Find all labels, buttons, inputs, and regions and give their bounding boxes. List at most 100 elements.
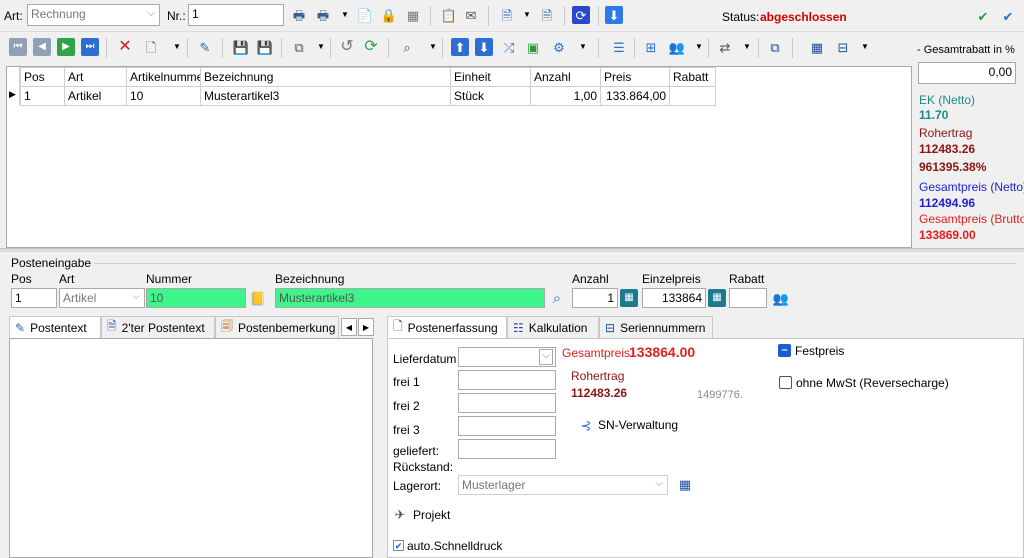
column-header[interactable]: Bezeichnung [200, 67, 451, 87]
gesamtrabatt-input[interactable]: 0,00 [918, 62, 1016, 84]
download-icon[interactable]: ⬇ [605, 6, 623, 24]
schnelldruck-checkbox[interactable]: ✔ [393, 540, 404, 551]
binoculars-icon[interactable]: ⌕ [398, 38, 416, 56]
undo-icon[interactable]: ↺ [338, 38, 356, 56]
tab-2ter-postentext[interactable]: 🗎 2'ter Postentext [101, 316, 215, 338]
tab-seriennummern[interactable]: ⊟ Seriennummern [599, 316, 713, 338]
ohne-mwst-checkbox[interactable] [779, 376, 792, 389]
settings-dropdown-icon[interactable]: ▼ [574, 38, 592, 56]
column-header[interactable]: Art [64, 67, 127, 87]
move-down-icon[interactable]: ⬇ [475, 38, 493, 56]
rabatt-input[interactable] [729, 288, 767, 308]
email-icon[interactable]: ✉ [462, 6, 480, 24]
postentext-editor[interactable] [9, 338, 373, 558]
bezeichnung-input[interactable]: Musterartikel3 [275, 288, 545, 308]
sync-icon[interactable]: ⟳ [572, 6, 590, 24]
positions-table[interactable]: Pos Art Artikelnummer Bezeichnung Einhei… [20, 67, 716, 106]
print-dropdown-icon[interactable]: ▼ [336, 6, 354, 24]
first-record-icon[interactable]: ⏮ [9, 38, 27, 56]
project-icon[interactable]: ✈ [391, 505, 409, 523]
list-icon[interactable]: ☰ [610, 38, 628, 56]
splitter[interactable] [0, 248, 1024, 252]
table-cell[interactable]: Stück [450, 86, 531, 106]
structure-icon[interactable]: ⊞ [642, 38, 660, 56]
layout-dropdown-icon[interactable]: ▼ [856, 38, 874, 56]
frei2-input[interactable] [458, 393, 556, 413]
table-cell[interactable]: Artikel [64, 86, 127, 106]
pdf-lock-icon[interactable]: 🔒 [380, 6, 398, 24]
copy-icon[interactable]: ⧉ [290, 38, 308, 56]
edit-document-icon[interactable]: ✎ [196, 38, 214, 56]
column-header[interactable]: Preis [600, 67, 670, 87]
copy-dropdown-icon[interactable]: ▼ [312, 38, 330, 56]
move-up-icon[interactable]: ⬆ [451, 38, 469, 56]
table-cell[interactable] [669, 86, 716, 106]
recalculate-icon[interactable]: ▣ [524, 38, 542, 56]
tab-postenerfassung[interactable]: 🗋 Postenerfassung [387, 316, 507, 338]
print-icon[interactable]: 🖶 [290, 6, 308, 24]
table-cell[interactable]: 133.864,00 [600, 86, 670, 106]
warehouse-table-icon[interactable]: ▦ [676, 475, 694, 493]
new-document-icon[interactable]: 🗋 [142, 38, 160, 56]
print-preview-icon[interactable]: 🖶 [314, 6, 332, 24]
column-header[interactable]: Artikelnummer [126, 67, 201, 87]
sn-verwaltung-link[interactable]: SN-Verwaltung [598, 418, 678, 432]
frei1-input[interactable] [458, 370, 556, 390]
document-print-icon[interactable]: 📋 [440, 6, 458, 24]
frei3-input[interactable] [458, 416, 556, 436]
table-cell[interactable]: 10 [126, 86, 201, 106]
archive-icon[interactable]: ▦ [404, 6, 422, 24]
festpreis-checkbox[interactable]: – [778, 344, 791, 357]
table-cell[interactable]: Musterartikel3 [200, 86, 451, 106]
check-icon[interactable]: ✔ [974, 7, 992, 25]
tab-postentext[interactable]: ✎ Postentext [9, 316, 101, 338]
delete-icon[interactable]: ✕ [116, 38, 134, 56]
new-dropdown-icon[interactable]: ▼ [168, 38, 186, 56]
users-icon[interactable]: 👥 [668, 38, 686, 56]
einzelpreis-input[interactable]: 133864 [642, 288, 706, 308]
lieferdatum-input[interactable]: ⌵ [458, 347, 556, 367]
refresh-icon[interactable]: ⟳ [362, 38, 380, 56]
art-select[interactable]: Rechnung ⌵ [27, 4, 160, 26]
nr-input[interactable]: 1 [188, 4, 284, 26]
transfer-icon[interactable]: ⇄ [716, 38, 734, 56]
last-record-icon[interactable]: ⏭ [81, 38, 99, 56]
export-dropdown-icon[interactable]: ▼ [518, 6, 536, 24]
article-lookup-icon[interactable]: 📒 [249, 289, 267, 307]
tab-postenbemerkung[interactable]: 🗐 Postenbemerkung [215, 316, 339, 338]
shuffle-icon[interactable]: ⤮ [500, 38, 518, 56]
table-cell[interactable]: 1,00 [530, 86, 601, 106]
art-field-select[interactable]: Artikel ⌵ [59, 288, 145, 308]
export-grid-icon[interactable]: ⧉ [766, 38, 784, 56]
search-icon[interactable]: ⌕ [548, 289, 566, 307]
nummer-input[interactable]: 10 [146, 288, 246, 308]
save-close-icon[interactable]: 💾 [256, 38, 274, 56]
column-header[interactable]: Einheit [450, 67, 531, 87]
table-icon[interactable]: ▦ [808, 38, 826, 56]
geliefert-input[interactable] [458, 439, 556, 459]
column-header[interactable]: Rabatt [669, 67, 716, 87]
next-record-icon[interactable]: ▶ [57, 38, 75, 56]
serial-number-icon[interactable]: ⊰ [577, 416, 595, 434]
table-cell[interactable]: 1 [20, 86, 65, 106]
transfer-dropdown-icon[interactable]: ▼ [738, 38, 756, 56]
export-icon[interactable]: 🗎 [498, 6, 516, 24]
customer-group-icon[interactable]: 👥 [772, 289, 790, 307]
users-dropdown-icon[interactable]: ▼ [690, 38, 708, 56]
double-check-icon[interactable]: ✔ [999, 7, 1017, 25]
tab-scroll-right-button[interactable]: ▶ [358, 318, 374, 336]
calculator-icon[interactable]: ▦ [620, 289, 638, 307]
search-dropdown-icon[interactable]: ▼ [424, 38, 442, 56]
projekt-link[interactable]: Projekt [413, 508, 450, 522]
pos-input[interactable]: 1 [11, 288, 57, 308]
previous-record-icon[interactable]: ◀ [33, 38, 51, 56]
calculator-icon[interactable]: ▦ [708, 289, 726, 307]
column-header[interactable]: Pos [20, 67, 65, 87]
layout-icon[interactable]: ⊟ [834, 38, 852, 56]
tab-scroll-left-button[interactable]: ◀ [341, 318, 357, 336]
excel-icon[interactable]: 🗎 [538, 6, 556, 24]
lagerort-select[interactable]: Musterlager ⌵ [458, 475, 668, 495]
save-icon[interactable]: 💾 [232, 38, 250, 56]
settings-icon[interactable]: ⚙ [550, 38, 568, 56]
tab-kalkulation[interactable]: ☷ Kalkulation [507, 316, 599, 338]
